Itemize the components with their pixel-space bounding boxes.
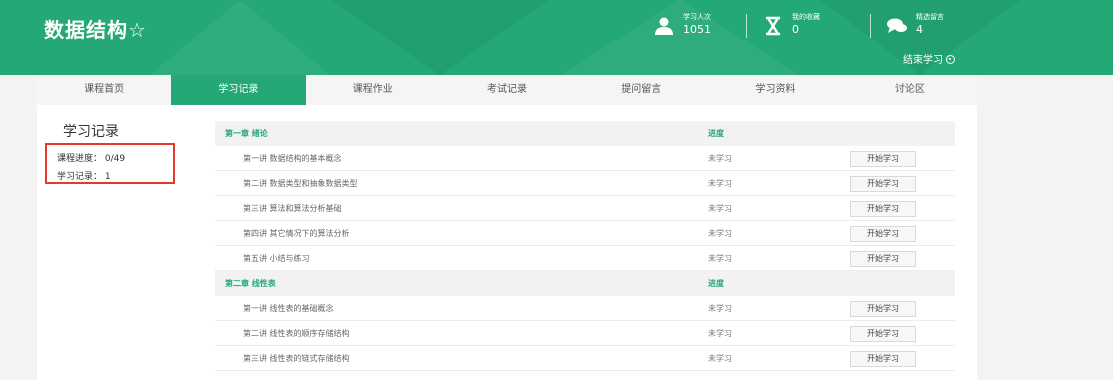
lesson-row: 第三讲 算法和算法分析基础 未学习 开始学习 <box>215 196 955 221</box>
lesson-status: 未学习 <box>708 179 732 188</box>
lesson-name: 第一讲 数据结构的基本概念 <box>243 154 342 163</box>
lesson-status: 未学习 <box>708 304 732 313</box>
start-study-button[interactable]: 开始学习 <box>850 351 916 367</box>
chapter-row: 第一章 绪论 进度 <box>215 121 955 146</box>
course-header: 数据结构☆ 学习人次 1051 我的收藏 0 精选留言 4 结束学习 <box>0 0 1113 75</box>
course-tabs: 课程首页 学习记录 课程作业 考试记录 提问留言 学习资料 讨论区 <box>37 75 977 105</box>
course-title: 数据结构☆ <box>44 18 147 42</box>
header-decoration <box>560 0 800 75</box>
stat-value: 0 <box>792 23 799 36</box>
tab-questions[interactable]: 提问留言 <box>574 75 708 105</box>
stat-label: 我的收藏 <box>792 13 820 21</box>
lesson-status: 未学习 <box>708 354 732 363</box>
stat-value: 4 <box>916 23 923 36</box>
lesson-status: 未学习 <box>708 204 732 213</box>
sidebar-title: 学习记录 <box>63 124 119 140</box>
lesson-row: 第一讲 数据结构的基本概念 未学习 开始学习 <box>215 146 955 171</box>
lesson-status: 未学习 <box>708 229 732 238</box>
lesson-name: 第四讲 其它情况下的算法分析 <box>243 229 350 238</box>
lesson-status: 未学习 <box>708 154 732 163</box>
stat-label: 学习人次 <box>683 13 711 21</box>
lesson-row: 第二讲 线性表的顺序存储结构 未学习 开始学习 <box>215 321 955 346</box>
start-study-button[interactable]: 开始学习 <box>850 326 916 342</box>
chat-icon <box>887 18 907 33</box>
chapter-row: 第二章 线性表 进度 <box>215 271 955 296</box>
tab-discussion[interactable]: 讨论区 <box>843 75 977 105</box>
lesson-row: 第三讲 线性表的链式存储结构 未学习 开始学习 <box>215 346 955 371</box>
lesson-row: 第一讲 线性表的基础概念 未学习 开始学习 <box>215 296 955 321</box>
course-progress: 课程进度： 0/49 <box>57 154 126 164</box>
hourglass-icon <box>766 16 780 36</box>
lesson-row: 第二讲 数据类型和抽象数据类型 未学习 开始学习 <box>215 171 955 196</box>
lesson-name: 第三讲 线性表的链式存储结构 <box>243 354 350 363</box>
lesson-name: 第二讲 数据类型和抽象数据类型 <box>243 179 358 188</box>
tab-assignments[interactable]: 课程作业 <box>306 75 440 105</box>
lesson-table: 第一章 绪论 进度 第一讲 数据结构的基本概念 未学习 开始学习 第二讲 数据类… <box>215 121 955 371</box>
progress-header: 进度 <box>708 279 724 288</box>
stat-label: 精选留言 <box>916 13 944 21</box>
start-study-button[interactable]: 开始学习 <box>850 176 916 192</box>
start-study-button[interactable]: 开始学习 <box>850 251 916 267</box>
user-icon <box>655 17 673 35</box>
stat-value: 1051 <box>683 23 711 36</box>
chapter-name: 第二章 线性表 <box>225 279 276 288</box>
lesson-name: 第三讲 算法和算法分析基础 <box>243 204 342 213</box>
lesson-row: 第五讲 小结与练习 未学习 开始学习 <box>215 246 955 271</box>
highlight-box: 课程进度： 0/49 学习记录： 1 <box>45 143 175 184</box>
lesson-name: 第一讲 线性表的基础概念 <box>243 304 334 313</box>
end-study-button[interactable]: 结束学习 <box>903 51 955 66</box>
divider <box>746 14 747 38</box>
header-decoration <box>150 0 330 75</box>
start-study-button[interactable]: 开始学习 <box>850 226 916 242</box>
tab-exam-records[interactable]: 考试记录 <box>440 75 574 105</box>
tab-course-home[interactable]: 课程首页 <box>37 75 171 105</box>
progress-header: 进度 <box>708 129 724 138</box>
divider <box>870 14 871 38</box>
sidebar: 学习记录 课程进度： 0/49 学习记录： 1 <box>37 105 197 380</box>
tab-study-records[interactable]: 学习记录 <box>171 75 306 105</box>
lesson-status: 未学习 <box>708 329 732 338</box>
tab-materials[interactable]: 学习资料 <box>708 75 842 105</box>
lesson-name: 第二讲 线性表的顺序存储结构 <box>243 329 350 338</box>
end-study-label: 结束学习 <box>903 55 943 66</box>
start-study-button[interactable]: 开始学习 <box>850 301 916 317</box>
chapter-name: 第一章 绪论 <box>225 129 268 138</box>
start-study-button[interactable]: 开始学习 <box>850 201 916 217</box>
lesson-row: 第四讲 其它情况下的算法分析 未学习 开始学习 <box>215 221 955 246</box>
lesson-status: 未学习 <box>708 254 732 263</box>
main-content: 学习记录 课程进度： 0/49 学习记录： 1 第一章 绪论 进度 第一讲 数据… <box>37 105 977 380</box>
start-study-button[interactable]: 开始学习 <box>850 151 916 167</box>
study-record-count: 学习记录： 1 <box>57 172 111 182</box>
lesson-name: 第五讲 小结与练习 <box>243 254 310 263</box>
power-icon <box>946 55 955 64</box>
header-decoration <box>330 0 550 75</box>
